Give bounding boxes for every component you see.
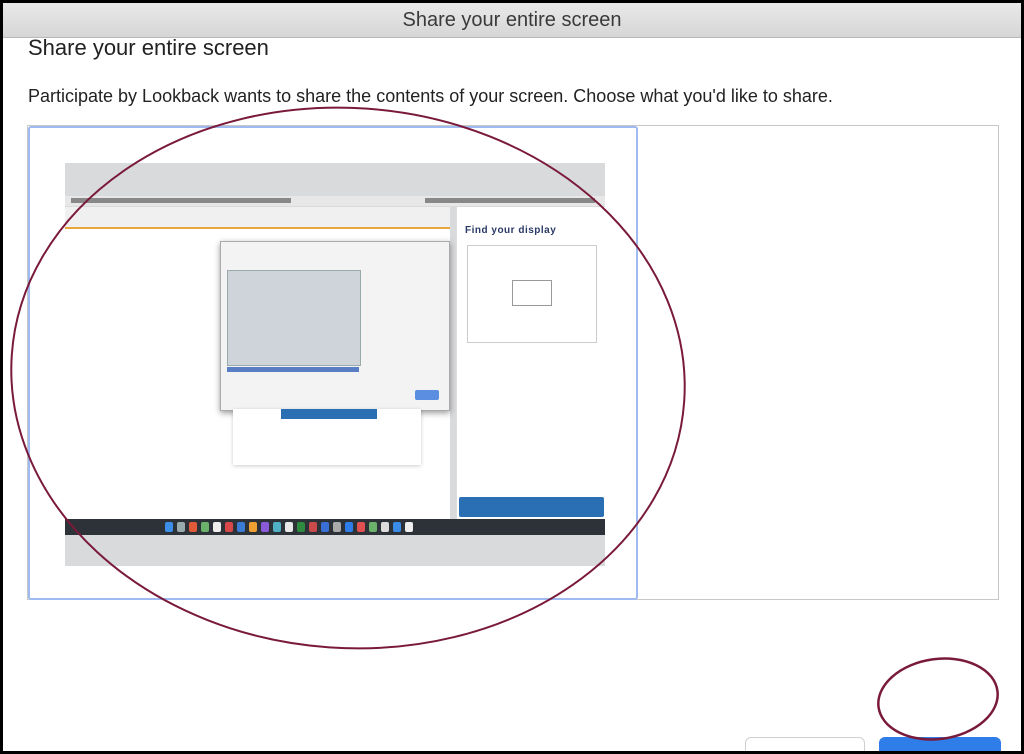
thumbnail-menubar (65, 196, 605, 206)
share-button[interactable]: Share (879, 737, 1001, 751)
dialog-description: Participate by Lookback wants to share t… (28, 86, 833, 106)
cancel-button[interactable]: Cancel (745, 737, 865, 751)
monitor-icon (512, 280, 552, 306)
thumbnail-card (233, 409, 421, 465)
entire-screen-tile[interactable]: Find your display (28, 126, 638, 600)
display-preview (467, 245, 597, 343)
thumbnail-side-panel: Find your display (456, 207, 605, 523)
screen-thumbnail: Find your display (65, 163, 605, 566)
dialog-heading: Share your entire screen (28, 35, 269, 60)
thumbnail-nested-dialog (220, 241, 450, 411)
thumbnail-dock (65, 519, 605, 535)
thumbnail-side-title: Find your display (465, 225, 557, 236)
share-screen-window: Share your entire screen Share your enti… (0, 0, 1024, 754)
window-title: Share your entire screen (3, 3, 1021, 38)
screen-picker: Find your display (27, 125, 999, 600)
